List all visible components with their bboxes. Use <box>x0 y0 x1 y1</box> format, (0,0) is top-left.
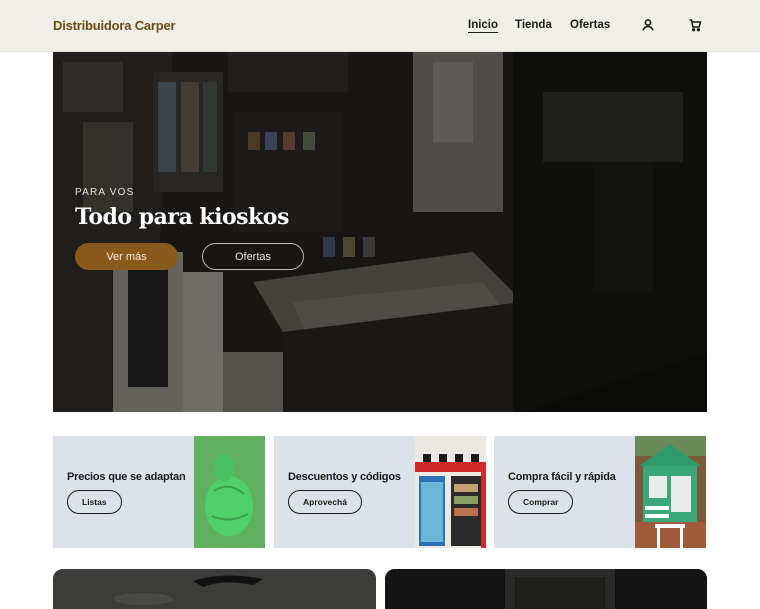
aprovecha-button[interactable]: Aprovechá <box>288 490 362 514</box>
hero-title: Todo para kioskos <box>75 204 289 230</box>
ver-mas-button[interactable]: Ver más <box>75 243 178 270</box>
feature-card-precios: Precios que se adaptan Listas <box>53 436 265 548</box>
cart-icon[interactable] <box>687 17 703 33</box>
feature-card-compra: Compra fácil y rápida Comprar <box>494 436 706 548</box>
card-title: Precios que se adaptan <box>67 471 186 483</box>
user-icon[interactable] <box>640 17 656 33</box>
hero-kicker: PARA VOS <box>75 187 135 198</box>
card-image-bag <box>194 436 265 548</box>
nav-ofertas[interactable]: Ofertas <box>570 19 610 31</box>
nav-inicio[interactable]: Inicio <box>468 19 498 31</box>
feature-card-descuentos: Descuentos y códigos Aprovechá <box>274 436 486 548</box>
nav-tienda[interactable]: Tienda <box>515 19 552 31</box>
promo-tile-left[interactable] <box>53 569 376 609</box>
card-image-storefront <box>415 436 486 548</box>
promo-tile-right[interactable] <box>385 569 707 609</box>
hero-dark-overlay <box>53 52 707 412</box>
site-header: Distribuidora Carper Inicio Tienda Ofert… <box>0 0 760 52</box>
ofertas-button[interactable]: Ofertas <box>202 243 304 270</box>
card-image-kiosk <box>635 436 706 548</box>
card-title: Compra fácil y rápida <box>508 471 616 483</box>
card-title: Descuentos y códigos <box>288 471 401 483</box>
listas-button[interactable]: Listas <box>67 490 122 514</box>
brand-logo[interactable]: Distribuidora Carper <box>53 18 176 33</box>
hero-banner: PARA VOS Todo para kioskos Ver más Ofert… <box>53 52 707 412</box>
comprar-button[interactable]: Comprar <box>508 490 574 514</box>
